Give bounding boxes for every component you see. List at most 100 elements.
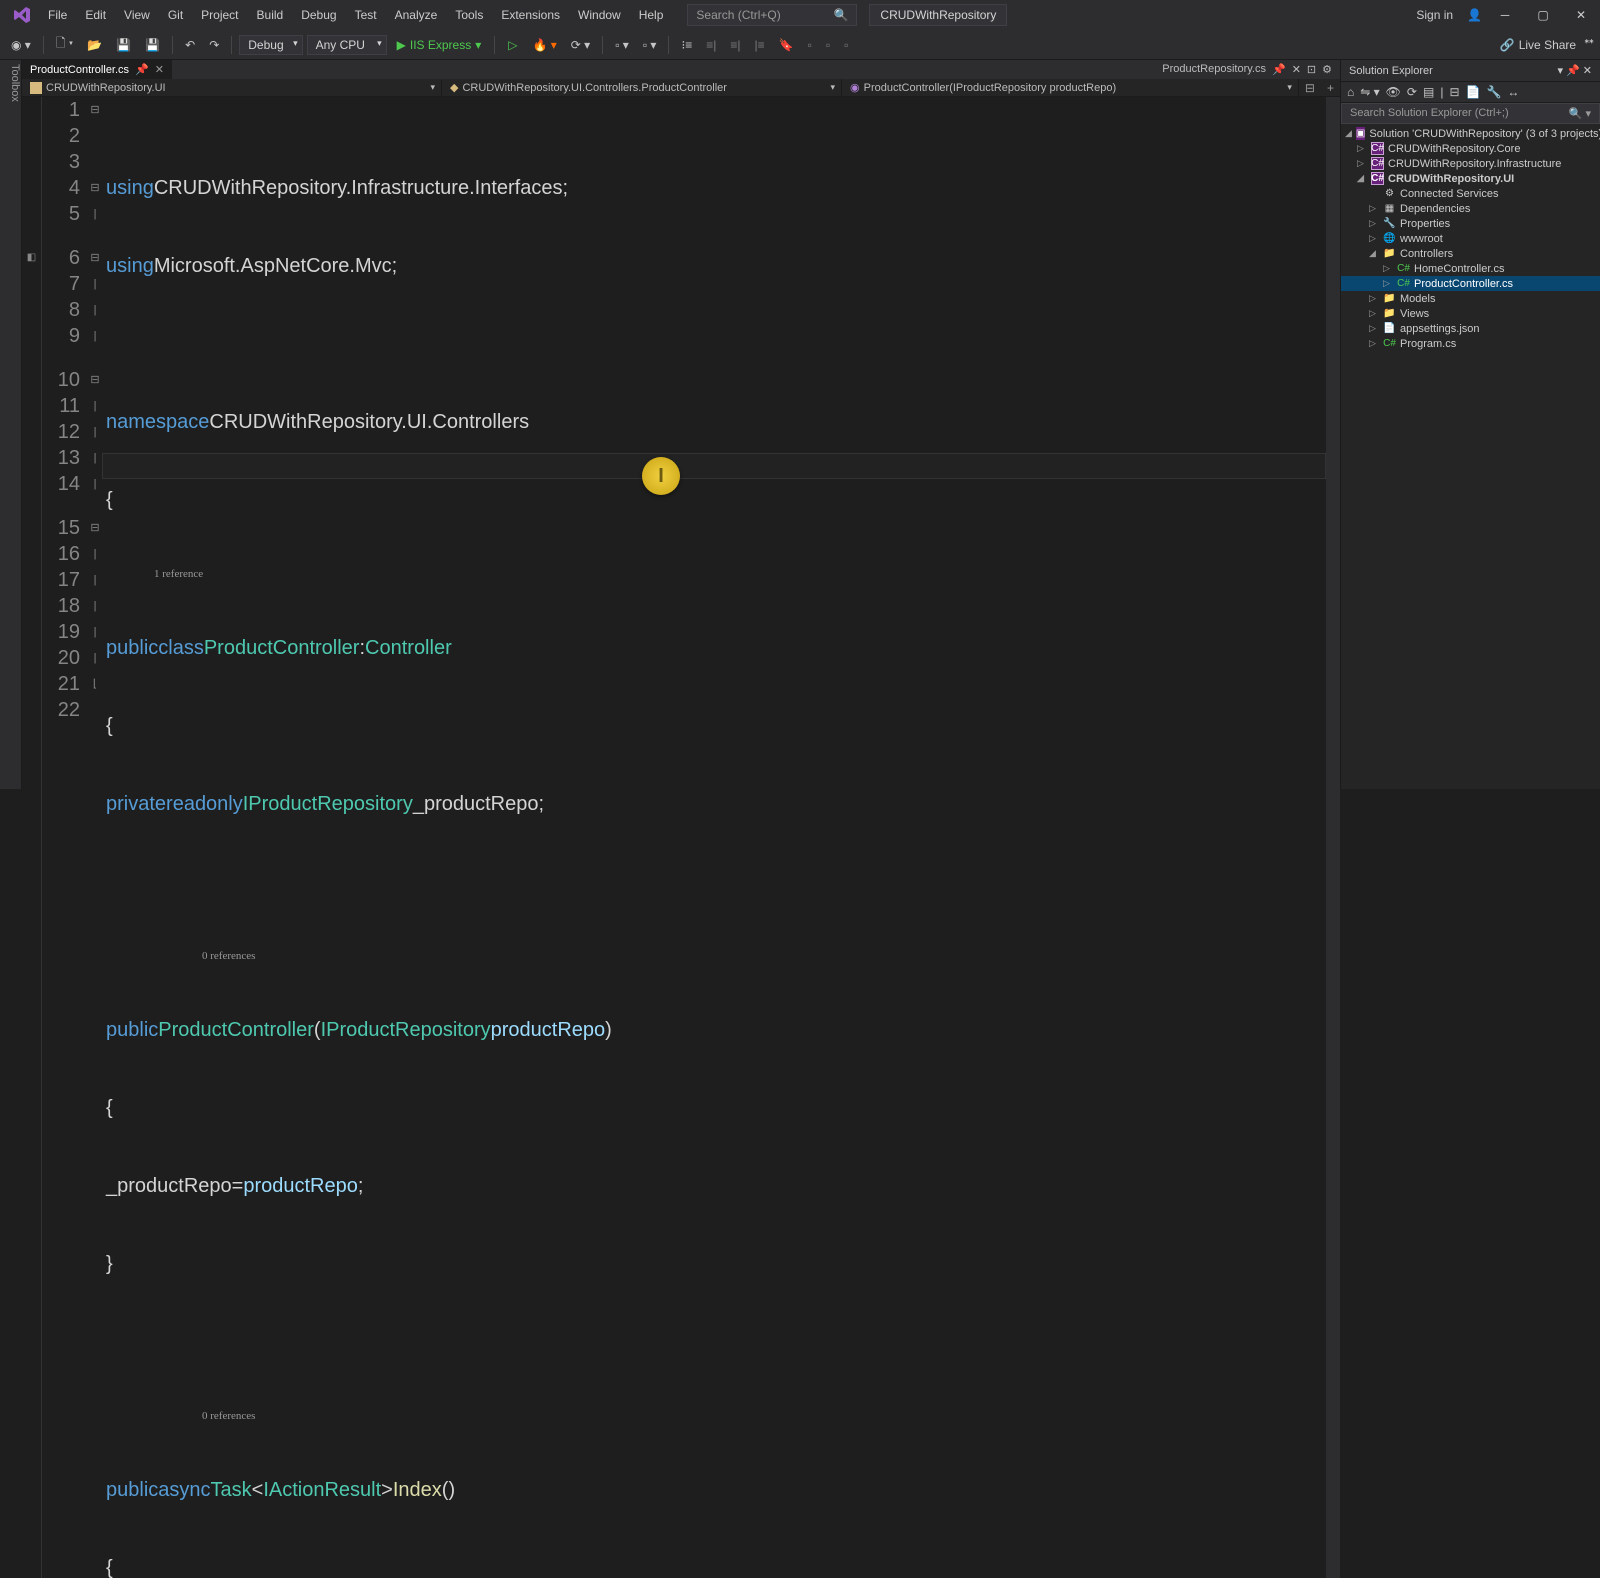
solution-search[interactable]: Search Solution Explorer (Ctrl+;) 🔍 ▾: [1341, 103, 1600, 124]
code-content[interactable]: using CRUDWithRepository.Infrastructure.…: [102, 97, 1326, 1578]
liveshare-button[interactable]: 🔗 Live Share: [1500, 38, 1576, 52]
cursor-highlight-icon: I: [642, 457, 680, 495]
tree-props[interactable]: ▷🔧Properties: [1341, 216, 1600, 231]
tree-views[interactable]: ▷📁Views: [1341, 306, 1600, 321]
filter-icon[interactable]: ▤: [1423, 85, 1434, 99]
close-button[interactable]: ✕: [1566, 4, 1596, 26]
signin-link[interactable]: Sign in: [1410, 4, 1459, 26]
collapse-icon[interactable]: ⊟: [1449, 85, 1459, 99]
refresh-icon[interactable]: ⟳: [1407, 85, 1417, 99]
tree-models[interactable]: ▷📁Models: [1341, 291, 1600, 306]
codelens[interactable]: 1 reference: [106, 565, 1326, 583]
maximize-button[interactable]: ▢: [1528, 4, 1558, 26]
nav-project[interactable]: CRUDWithRepository.UI: [22, 80, 442, 96]
feedback-icon[interactable]: ᕯ: [1584, 37, 1594, 52]
title-bar: File Edit View Git Project Build Debug T…: [0, 0, 1600, 30]
user-icon[interactable]: 👤: [1467, 8, 1482, 22]
solution-name[interactable]: CRUDWithRepository: [869, 4, 1007, 26]
tree-project-infra[interactable]: ▷C#CRUDWithRepository.Infrastructure: [1341, 156, 1600, 171]
back-button[interactable]: ◉ ▾: [6, 35, 36, 55]
panel-title-bar[interactable]: Solution Explorer ▾ 📌 ✕: [1341, 60, 1600, 82]
panel-buttons[interactable]: ▾ 📌 ✕: [1557, 64, 1592, 77]
split-icon[interactable]: ⊟: [1299, 81, 1321, 95]
toolbar: ◉ ▾ 🗋 ▾ 📂 💾 💾 ↶ ↷ Debug Any CPU ▶ IIS Ex…: [0, 30, 1600, 60]
properties-icon[interactable]: 🔧: [1486, 85, 1501, 99]
tree-wwwroot[interactable]: ▷🌐wwwroot: [1341, 231, 1600, 246]
new-item-button[interactable]: 🗋 ▾: [51, 31, 78, 58]
menu-test[interactable]: Test: [347, 4, 385, 26]
menu-window[interactable]: Window: [570, 4, 629, 26]
nav-member[interactable]: ◉ ProductController(IProductRepository p…: [842, 79, 1299, 96]
refresh-button[interactable]: ⟳ ▾: [566, 35, 595, 55]
tree-solution[interactable]: ◢▣Solution 'CRUDWithRepository' (3 of 3 …: [1341, 126, 1600, 141]
undo-button[interactable]: ↶: [180, 35, 200, 55]
close-icon[interactable]: ✕: [1292, 63, 1301, 76]
close-tab-icon[interactable]: ✕: [155, 63, 164, 76]
bookmark-button[interactable]: 🔖: [774, 35, 799, 55]
start-without-debug-button[interactable]: ▷: [502, 36, 523, 54]
add-icon[interactable]: +: [1321, 81, 1340, 95]
pin-icon[interactable]: 📌: [1272, 63, 1286, 76]
menu-view[interactable]: View: [116, 4, 158, 26]
fold-column[interactable]: ⊟⊟| ⊟||| ⊟|||| ⊟|||||⌊: [88, 97, 102, 1578]
tree-program[interactable]: ▷C#Program.cs: [1341, 336, 1600, 351]
menu-tools[interactable]: Tools: [447, 4, 491, 26]
tree-home-controller[interactable]: ▷C#HomeController.cs: [1341, 261, 1600, 276]
tab-product-controller[interactable]: ProductController.cs 📌 ✕: [22, 60, 172, 79]
tree-project-ui[interactable]: ◢C#CRUDWithRepository.UI: [1341, 171, 1600, 186]
save-button[interactable]: 💾: [111, 35, 136, 55]
tree-controllers[interactable]: ◢📁Controllers: [1341, 246, 1600, 261]
codelens[interactable]: 0 references: [106, 1407, 1326, 1425]
tool-button[interactable]: ≡|: [725, 35, 745, 55]
pin-icon[interactable]: 📌: [135, 63, 149, 76]
background-tab[interactable]: ProductRepository.cs: [1162, 63, 1266, 76]
tool-button[interactable]: ⁝≡: [676, 35, 697, 55]
redo-button[interactable]: ↷: [204, 35, 224, 55]
global-search[interactable]: Search (Ctrl+Q) 🔍: [687, 4, 857, 26]
show-all-icon[interactable]: 📄: [1466, 85, 1481, 99]
menu-git[interactable]: Git: [160, 4, 191, 26]
menu-debug[interactable]: Debug: [293, 4, 344, 26]
nav-type[interactable]: ◆ CRUDWithRepository.UI.Controllers.Prod…: [442, 79, 842, 96]
codelens[interactable]: 0 references: [106, 947, 1326, 965]
sync-icon[interactable]: 👁: [1386, 85, 1401, 99]
panel-title: Solution Explorer: [1349, 65, 1433, 77]
tool-button[interactable]: ▫ ▾: [638, 35, 662, 55]
menu-project[interactable]: Project: [193, 4, 246, 26]
menu-edit[interactable]: Edit: [77, 4, 114, 26]
tool-button[interactable]: ▫: [821, 35, 835, 55]
tree-deps[interactable]: ▷▦Dependencies: [1341, 201, 1600, 216]
start-debug-button[interactable]: ▶ IIS Express ▾: [391, 36, 488, 54]
code-editor[interactable]: ◧ 12345 6789 1011121314 1516171819202122…: [22, 97, 1340, 1578]
solution-tree: ◢▣Solution 'CRUDWithRepository' (3 of 3 …: [1341, 124, 1600, 789]
nav-bar: CRUDWithRepository.UI ◆ CRUDWithReposito…: [22, 79, 1340, 97]
tree-project-core[interactable]: ▷C#CRUDWithRepository.Core: [1341, 141, 1600, 156]
hot-reload-button[interactable]: 🔥 ▾: [527, 35, 561, 55]
open-button[interactable]: 📂: [82, 35, 107, 55]
tool-button[interactable]: ▫ ▾: [610, 35, 634, 55]
toolbox-panel[interactable]: Toolbox: [0, 60, 22, 789]
settings-icon[interactable]: ⚙: [1322, 63, 1332, 76]
tool-button[interactable]: ▫: [803, 35, 817, 55]
minimize-button[interactable]: ─: [1490, 4, 1520, 26]
menu-help[interactable]: Help: [631, 4, 672, 26]
view-icon[interactable]: ↔: [1507, 85, 1519, 99]
home-icon[interactable]: ⌂: [1347, 85, 1354, 99]
tool-button[interactable]: ≡|: [701, 35, 721, 55]
menu-analyze[interactable]: Analyze: [387, 4, 446, 26]
vertical-scrollbar[interactable]: [1326, 97, 1340, 1578]
config-dropdown[interactable]: Debug: [239, 35, 302, 55]
menu-file[interactable]: File: [40, 4, 75, 26]
tree-connected[interactable]: ⚙Connected Services: [1341, 186, 1600, 201]
platform-dropdown[interactable]: Any CPU: [307, 35, 387, 55]
tool-button[interactable]: ▫: [839, 35, 853, 55]
tool-button[interactable]: |≡: [750, 35, 770, 55]
csharp-icon: [30, 82, 42, 94]
back-icon[interactable]: ⇋ ▾: [1360, 85, 1379, 99]
save-all-button[interactable]: 💾: [140, 35, 165, 55]
menu-extensions[interactable]: Extensions: [493, 4, 568, 26]
tree-appsettings[interactable]: ▷📄appsettings.json: [1341, 321, 1600, 336]
preview-icon[interactable]: ⊡: [1307, 63, 1316, 76]
tree-product-controller[interactable]: ▷C#ProductController.cs: [1341, 276, 1600, 291]
menu-build[interactable]: Build: [249, 4, 292, 26]
